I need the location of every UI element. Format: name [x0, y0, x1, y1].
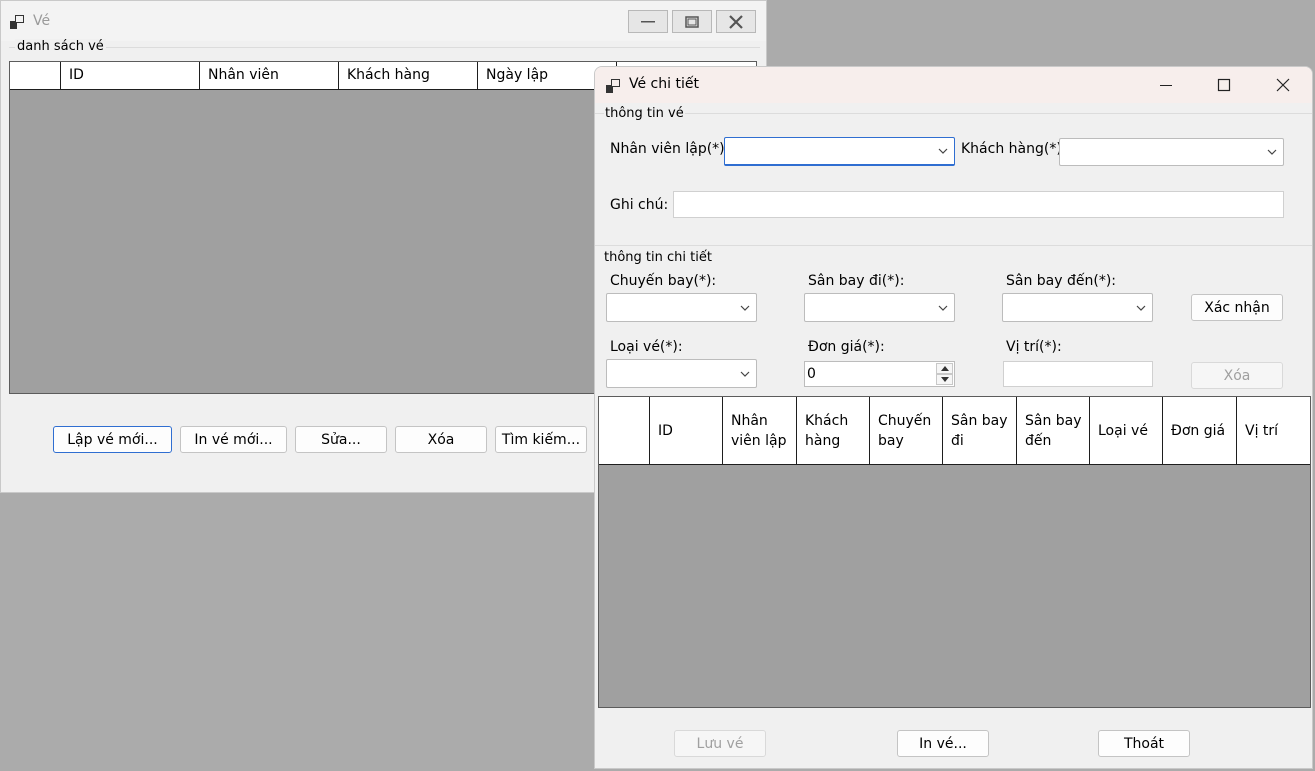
tim-kiem-button[interactable]: Tìm kiếm...	[495, 426, 587, 453]
nhan-vien-lap-combo[interactable]	[724, 137, 955, 166]
chuyen-bay-combo[interactable]	[606, 293, 757, 322]
column-header-don-gia[interactable]: Đơn giá	[1163, 397, 1237, 464]
chevron-down-icon	[938, 148, 948, 154]
don-gia-label: Đơn giá(*):	[808, 339, 885, 355]
row-header-cell[interactable]	[599, 397, 650, 464]
close-button[interactable]	[1259, 71, 1307, 99]
thoat-button[interactable]: Thoát	[1098, 730, 1190, 757]
column-header-nhan-vien-lap[interactable]: Nhân viên lập	[723, 397, 797, 464]
ghi-chu-label: Ghi chú:	[610, 197, 669, 213]
decrement-button[interactable]	[936, 374, 953, 385]
chuyen-bay-label: Chuyến bay(*):	[610, 273, 717, 289]
maximize-button[interactable]	[1200, 71, 1248, 99]
column-header-khach-hang[interactable]: Khách hàng	[797, 397, 870, 464]
row-header-cell[interactable]	[10, 62, 61, 89]
xoa-chi-tiet-button[interactable]: Xóa	[1191, 362, 1283, 389]
column-header-chuyen-bay[interactable]: Chuyến bay	[870, 397, 943, 464]
san-bay-di-label: Sân bay đi(*):	[808, 273, 905, 289]
in-ve-moi-button[interactable]: In vé mới...	[180, 426, 287, 453]
sua-button[interactable]: Sửa...	[295, 426, 387, 453]
khach-hang-label: Khách hàng(*):	[961, 141, 1067, 157]
luu-ve-button[interactable]: Lưu vé	[674, 730, 766, 757]
arrow-up-icon	[940, 366, 949, 371]
group-divider	[595, 245, 1312, 246]
ve-window-title: Vé	[33, 13, 51, 29]
app-icon	[10, 15, 24, 29]
ve-chi-tiet-grid[interactable]: ID Nhân viên lập Khách hàng Chuyến bay S…	[598, 396, 1311, 708]
san-bay-den-label: Sân bay đến(*):	[1006, 273, 1117, 289]
xac-nhan-button[interactable]: Xác nhận	[1191, 294, 1283, 321]
chevron-down-icon	[740, 371, 750, 377]
san-bay-di-combo[interactable]	[804, 293, 955, 322]
close-icon	[729, 14, 743, 29]
chevron-down-icon	[740, 305, 750, 311]
thong-tin-ve-group-label: thông tin vé	[604, 106, 685, 121]
loai-ve-combo[interactable]	[606, 359, 757, 388]
vi-tri-label: Vị trí(*):	[1006, 339, 1062, 355]
column-header-loai-ve[interactable]: Loại vé	[1090, 397, 1163, 464]
group-divider	[595, 113, 1312, 114]
loai-ve-label: Loại vé(*):	[610, 339, 683, 355]
xoa-button[interactable]: Xóa	[395, 426, 487, 453]
restore-button[interactable]	[672, 10, 712, 33]
ghi-chu-input[interactable]	[673, 191, 1284, 218]
chevron-down-icon	[1136, 305, 1146, 311]
app-icon	[606, 79, 620, 93]
don-gia-value: 0	[807, 366, 816, 382]
minimize-button[interactable]	[1142, 71, 1190, 99]
increment-button[interactable]	[936, 363, 953, 374]
column-header-san-bay-di[interactable]: Sân bay đi	[943, 397, 1017, 464]
vi-tri-input[interactable]	[1003, 361, 1153, 387]
minimize-icon	[1160, 85, 1172, 86]
column-header-vi-tri[interactable]: Vị trí	[1237, 397, 1310, 464]
khach-hang-combo[interactable]	[1059, 138, 1284, 166]
don-gia-stepper[interactable]: 0	[804, 361, 955, 387]
thong-tin-chi-tiet-group-label: thông tin chi tiết	[604, 250, 712, 265]
group-divider	[9, 47, 760, 48]
column-header-id[interactable]: ID	[650, 397, 723, 464]
ve-chi-tiet-title: Vé chi tiết	[629, 76, 699, 92]
restore-icon	[685, 15, 699, 28]
in-ve-button[interactable]: In vé...	[897, 730, 989, 757]
column-header-id[interactable]: ID	[61, 62, 200, 89]
arrow-down-icon	[940, 377, 949, 382]
close-icon	[1276, 78, 1290, 92]
column-header-nhan-vien[interactable]: Nhân viên	[200, 62, 339, 89]
chevron-down-icon	[938, 305, 948, 311]
column-header-khach-hang[interactable]: Khách hàng	[339, 62, 478, 89]
danh-sach-ve-group-label: danh sách vé	[15, 39, 106, 54]
column-header-san-bay-den[interactable]: Sân bay đến	[1017, 397, 1090, 464]
minimize-button[interactable]	[628, 10, 668, 33]
minimize-icon	[641, 20, 655, 22]
chi-tiet-grid-header: ID Nhân viên lập Khách hàng Chuyến bay S…	[599, 397, 1310, 465]
chevron-down-icon	[1267, 149, 1277, 155]
nhan-vien-lap-label: Nhân viên lập(*):	[610, 141, 730, 157]
lap-ve-moi-button[interactable]: Lập vé mới...	[53, 426, 172, 453]
san-bay-den-combo[interactable]	[1002, 293, 1153, 322]
maximize-icon	[1217, 78, 1231, 92]
ve-chi-tiet-window: Vé chi tiết thông tin vé Nhân viên lập(*…	[594, 66, 1313, 769]
close-button[interactable]	[716, 10, 756, 33]
